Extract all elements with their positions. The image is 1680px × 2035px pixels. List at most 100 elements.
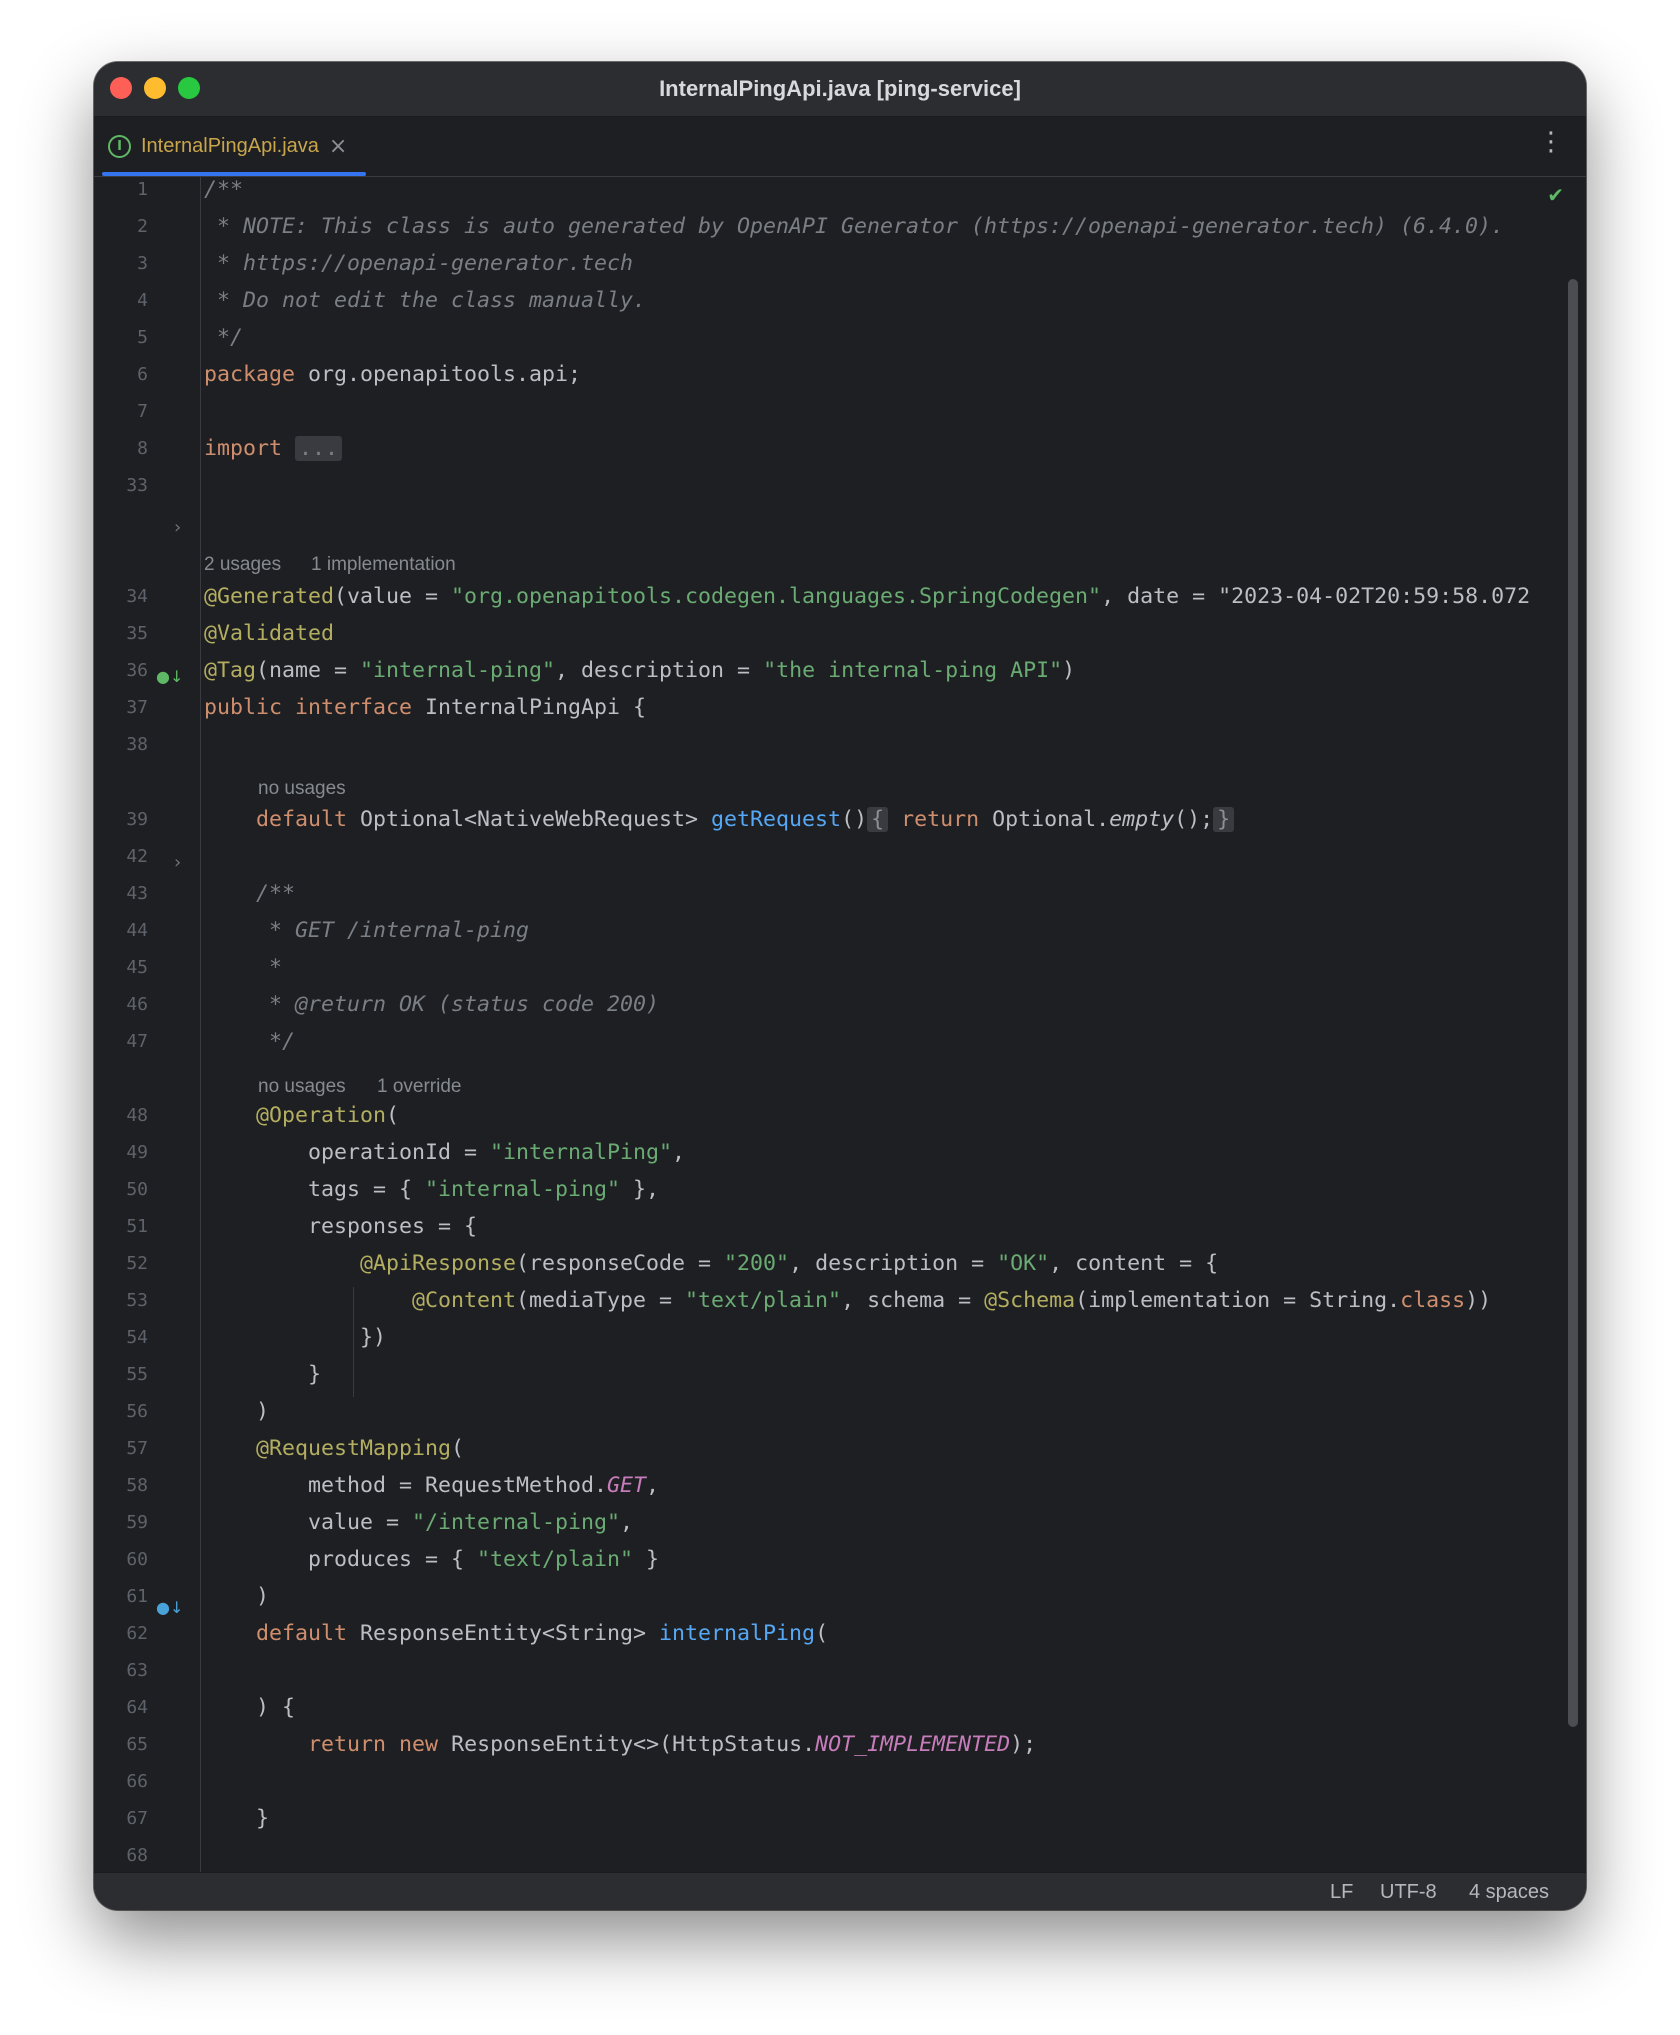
- line-number[interactable]: 56: [94, 1393, 148, 1430]
- code-line[interactable]: 1 /**: [94, 171, 1586, 208]
- code-text[interactable]: @Validated: [204, 615, 334, 652]
- code-text[interactable]: @Operation(: [204, 1097, 399, 1134]
- line-number[interactable]: 48: [94, 1097, 148, 1134]
- line-number[interactable]: 38: [94, 726, 148, 763]
- line-number[interactable]: 54: [94, 1319, 148, 1356]
- code-line[interactable]: 34 @Generated(value = "org.openapitools.c…: [94, 578, 1586, 615]
- code-text[interactable]: default Optional<NativeWebRequest> getRe…: [204, 801, 1235, 838]
- line-number[interactable]: 6: [94, 356, 148, 393]
- line-number[interactable]: 45: [94, 949, 148, 986]
- line-number[interactable]: 67: [94, 1800, 148, 1837]
- line-number[interactable]: 37: [94, 689, 148, 726]
- code-text[interactable]: return new ResponseEntity<>(HttpStatus.N…: [204, 1726, 1036, 1763]
- code-line[interactable]: 55 }: [94, 1356, 1586, 1393]
- code-line[interactable]: 63: [94, 1652, 1586, 1689]
- line-number[interactable]: 43: [94, 875, 148, 912]
- code-line[interactable]: 8 import ...: [94, 430, 1586, 467]
- code-line[interactable]: 49 operationId = "internalPing",: [94, 1134, 1586, 1171]
- encoding-indicator[interactable]: UTF-8: [1380, 1881, 1437, 1904]
- code-line[interactable]: 65 return new ResponseEntity<>(HttpStatu…: [94, 1726, 1586, 1763]
- code-line[interactable]: 67 }: [94, 1800, 1586, 1837]
- code-line[interactable]: 60 produces = { "text/plain" }: [94, 1541, 1586, 1578]
- code-text[interactable]: @RequestMapping(: [204, 1430, 464, 1467]
- code-line[interactable]: 48 @Operation(: [94, 1097, 1586, 1134]
- code-text[interactable]: value = "/internal-ping",: [204, 1504, 633, 1541]
- code-line[interactable]: 51 responses = {: [94, 1208, 1586, 1245]
- code-text[interactable]: * https://openapi-generator.tech: [204, 245, 633, 282]
- line-number[interactable]: 62: [94, 1615, 148, 1652]
- line-number[interactable]: 42: [94, 838, 148, 875]
- line-number[interactable]: 47: [94, 1023, 148, 1060]
- line-separator-indicator[interactable]: LF: [1330, 1881, 1353, 1904]
- line-number[interactable]: 50: [94, 1171, 148, 1208]
- code-text[interactable]: default ResponseEntity<String> internalP…: [204, 1615, 828, 1652]
- line-number[interactable]: 58: [94, 1467, 148, 1504]
- code-editor[interactable]: ✔ 2 usages 1 implementation no usages no…: [94, 177, 1586, 1905]
- code-text[interactable]: * @return OK (status code 200): [204, 986, 659, 1023]
- code-text[interactable]: @Generated(value = "org.openapitools.cod…: [204, 578, 1530, 615]
- line-number[interactable]: 2: [94, 208, 148, 245]
- code-line[interactable]: 64 ) {: [94, 1689, 1586, 1726]
- code-text[interactable]: * GET /internal-ping: [204, 912, 529, 949]
- line-number[interactable]: 34: [94, 578, 148, 615]
- code-text[interactable]: @Content(mediaType = "text/plain", schem…: [204, 1282, 1491, 1319]
- line-number[interactable]: 65: [94, 1726, 148, 1763]
- tab-internal-ping-api[interactable]: I InternalPingApi.java ×: [102, 117, 366, 176]
- code-line[interactable]: 3 * https://openapi-generator.tech: [94, 245, 1586, 282]
- code-text[interactable]: @ApiResponse(responseCode = "200", descr…: [204, 1245, 1218, 1282]
- code-text[interactable]: ) {: [204, 1689, 295, 1726]
- line-number[interactable]: 51: [94, 1208, 148, 1245]
- code-line[interactable]: 46 * @return OK (status code 200): [94, 986, 1586, 1023]
- code-line[interactable]: 66: [94, 1763, 1586, 1800]
- code-text[interactable]: ): [204, 1578, 269, 1615]
- code-text[interactable]: }: [204, 1800, 269, 1837]
- code-line[interactable]: 58 method = RequestMethod.GET,: [94, 1467, 1586, 1504]
- code-line[interactable]: 5 */: [94, 319, 1586, 356]
- line-number[interactable]: 8: [94, 430, 148, 467]
- code-line[interactable]: 7: [94, 393, 1586, 430]
- line-number[interactable]: 7: [94, 393, 148, 430]
- code-line[interactable]: 44 * GET /internal-ping: [94, 912, 1586, 949]
- indent-indicator[interactable]: 4 spaces: [1469, 1881, 1549, 1904]
- line-number[interactable]: 1: [94, 171, 148, 208]
- code-line[interactable]: 61 ): [94, 1578, 1586, 1615]
- line-number[interactable]: 49: [94, 1134, 148, 1171]
- code-line[interactable]: 37 public interface InternalPingApi {: [94, 689, 1586, 726]
- code-text[interactable]: }): [204, 1319, 386, 1356]
- line-number[interactable]: 36: [94, 652, 148, 689]
- line-number[interactable]: 63: [94, 1652, 148, 1689]
- code-text[interactable]: */: [204, 319, 243, 356]
- code-line[interactable]: 33: [94, 467, 1586, 504]
- line-number[interactable]: 59: [94, 1504, 148, 1541]
- code-line[interactable]: 38: [94, 726, 1586, 763]
- code-text[interactable]: import ...: [204, 430, 343, 467]
- code-text[interactable]: tags = { "internal-ping" },: [204, 1171, 659, 1208]
- code-line[interactable]: 39 default Optional<NativeWebRequest> ge…: [94, 801, 1586, 838]
- code-text[interactable]: *: [204, 949, 282, 986]
- code-text[interactable]: * NOTE: This class is auto generated by …: [204, 208, 1504, 245]
- line-number[interactable]: 60: [94, 1541, 148, 1578]
- code-line[interactable]: 36 @Tag(name = "internal-ping", descripti…: [94, 652, 1586, 689]
- code-line[interactable]: 35 @Validated: [94, 615, 1586, 652]
- code-line[interactable]: 6 package org.openapitools.api;: [94, 356, 1586, 393]
- line-number[interactable]: 53: [94, 1282, 148, 1319]
- line-number[interactable]: 46: [94, 986, 148, 1023]
- close-tab-icon[interactable]: ×: [329, 134, 347, 159]
- line-number[interactable]: 61: [94, 1578, 148, 1615]
- code-text[interactable]: responses = {: [204, 1208, 477, 1245]
- line-number[interactable]: 5: [94, 319, 148, 356]
- fold-chevron-icon[interactable]: ›: [174, 509, 181, 546]
- code-line[interactable]: 45 *: [94, 949, 1586, 986]
- line-number[interactable]: 33: [94, 467, 148, 504]
- code-text[interactable]: public interface InternalPingApi {: [204, 689, 646, 726]
- code-line[interactable]: 54 }): [94, 1319, 1586, 1356]
- line-number[interactable]: 64: [94, 1689, 148, 1726]
- line-number[interactable]: 57: [94, 1430, 148, 1467]
- code-line[interactable]: 47 */: [94, 1023, 1586, 1060]
- code-line[interactable]: 59 value = "/internal-ping",: [94, 1504, 1586, 1541]
- code-line[interactable]: 50 tags = { "internal-ping" },: [94, 1171, 1586, 1208]
- line-number[interactable]: 52: [94, 1245, 148, 1282]
- line-number[interactable]: 44: [94, 912, 148, 949]
- code-text[interactable]: operationId = "internalPing",: [204, 1134, 685, 1171]
- code-text[interactable]: }: [204, 1356, 321, 1393]
